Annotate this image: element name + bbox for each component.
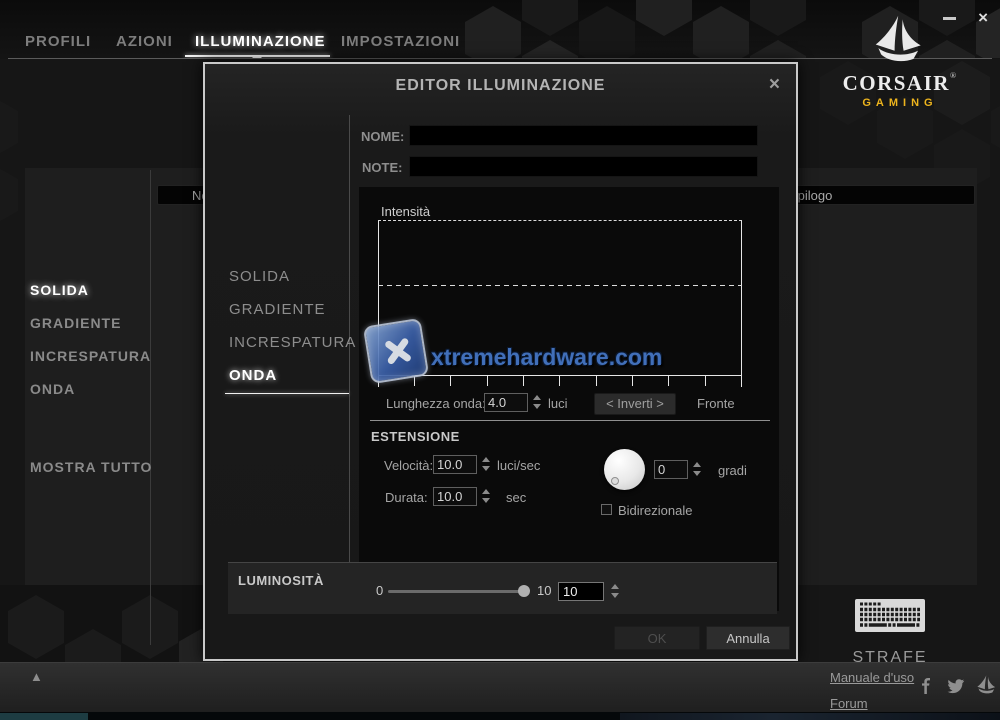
dialog-active-tab-underline bbox=[225, 393, 349, 394]
brightness-input[interactable] bbox=[558, 582, 604, 601]
brightness-slider-handle[interactable] bbox=[518, 585, 530, 597]
manual-link[interactable]: Manuale d'uso bbox=[830, 670, 914, 685]
sidebar-item-onda[interactable]: ONDA bbox=[30, 381, 75, 397]
corsair-sails-icon bbox=[873, 14, 927, 66]
duration-stepper[interactable] bbox=[482, 488, 491, 504]
speed-unit: luci/sec bbox=[497, 458, 540, 473]
dialog-close-icon[interactable]: × bbox=[769, 74, 780, 96]
wave-length-label: Lunghezza onda: bbox=[386, 396, 486, 411]
watermark: xtremehardware.com bbox=[367, 322, 647, 388]
section-divider bbox=[370, 420, 770, 421]
brightness-title: LUMINOSITÀ bbox=[238, 573, 324, 588]
sidebar-item-increspatura[interactable]: INCRESPATURA bbox=[30, 348, 151, 364]
tab-profili[interactable]: PROFILI bbox=[25, 33, 91, 50]
dialog-divider bbox=[349, 115, 350, 611]
speed-label: Velocità: bbox=[384, 458, 433, 473]
wave-editor-panel: Intensità bbox=[359, 187, 779, 611]
name-input[interactable] bbox=[409, 125, 758, 146]
dialog-tab-solida[interactable]: SOLIDA bbox=[229, 268, 290, 285]
footer-bar: ▲ Manuale d'uso Forum bbox=[0, 662, 1000, 712]
ok-button[interactable]: OK bbox=[614, 626, 700, 650]
sidebar-item-gradiente[interactable]: GRADIENTE bbox=[30, 315, 121, 331]
sidebar-item-mostra-tutto[interactable]: MOSTRA TUTTO bbox=[30, 459, 152, 475]
desktop-edge-patch bbox=[0, 713, 88, 720]
brand-sub: GAMING bbox=[830, 97, 970, 109]
watermark-text: xtremehardware.com bbox=[431, 344, 662, 371]
angle-stepper[interactable] bbox=[693, 461, 702, 477]
tab-illuminazione[interactable]: ILLUMINAZIONE bbox=[195, 33, 326, 50]
speed-input[interactable] bbox=[433, 455, 477, 474]
device-card[interactable]: STRAFE bbox=[840, 599, 940, 662]
chart-title: Intensità bbox=[381, 204, 430, 219]
brightness-stepper[interactable] bbox=[611, 583, 620, 599]
watermark-logo-icon bbox=[363, 318, 429, 384]
duration-label: Durata: bbox=[385, 490, 428, 505]
sidebar-item-solida[interactable]: SOLIDA bbox=[30, 282, 89, 298]
dialog-tab-onda[interactable]: ONDA bbox=[229, 367, 277, 384]
invert-button[interactable]: < Inverti > bbox=[594, 393, 676, 415]
cancel-button[interactable]: Annulla bbox=[706, 626, 790, 650]
front-label: Fronte bbox=[697, 396, 735, 411]
device-name: STRAFE bbox=[840, 649, 940, 662]
collapse-arrow-icon[interactable]: ▲ bbox=[30, 669, 43, 684]
desktop-edge-patch bbox=[620, 713, 1000, 720]
dial-indicator bbox=[611, 477, 619, 485]
direction-dial[interactable] bbox=[604, 449, 645, 490]
keyboard-icon bbox=[855, 599, 925, 632]
duration-unit: sec bbox=[506, 490, 526, 505]
forum-link[interactable]: Forum bbox=[830, 696, 868, 711]
dialog-tab-increspatura[interactable]: INCRESPATURA bbox=[229, 334, 356, 351]
name-label: NOME: bbox=[361, 129, 404, 144]
wave-length-input[interactable] bbox=[484, 393, 528, 412]
brand-name: CORSAIR® bbox=[830, 71, 970, 96]
notes-label: NOTE: bbox=[362, 160, 402, 175]
twitter-icon[interactable] bbox=[946, 677, 966, 695]
brand-registered-mark: ® bbox=[950, 71, 957, 80]
bidirectional-checkbox[interactable] bbox=[601, 504, 612, 515]
wave-length-stepper[interactable] bbox=[533, 394, 542, 410]
brightness-min-label: 0 bbox=[376, 583, 383, 598]
dialog-title: EDITOR ILLUMINAZIONE bbox=[205, 77, 796, 95]
notes-input[interactable] bbox=[409, 156, 758, 177]
extension-title: ESTENSIONE bbox=[371, 429, 460, 444]
tab-impostazioni[interactable]: IMPOSTAZIONI bbox=[341, 33, 460, 50]
bidirectional-label: Bidirezionale bbox=[618, 503, 692, 518]
angle-unit: gradi bbox=[718, 463, 747, 478]
speed-stepper[interactable] bbox=[482, 456, 491, 472]
corsair-logo: CORSAIR® GAMING bbox=[830, 14, 970, 109]
angle-input[interactable] bbox=[654, 460, 688, 479]
sidebar-divider bbox=[150, 170, 151, 645]
dialog-tab-gradiente[interactable]: GRADIENTE bbox=[229, 301, 326, 318]
brightness-max-label: 10 bbox=[537, 583, 551, 598]
lighting-editor-dialog: EDITOR ILLUMINAZIONE × SOLIDA GRADIENTE … bbox=[203, 62, 798, 661]
window-close-icon[interactable]: × bbox=[978, 8, 988, 28]
corsair-small-icon[interactable] bbox=[976, 675, 998, 695]
duration-input[interactable] bbox=[433, 487, 477, 506]
facebook-icon[interactable] bbox=[918, 677, 934, 695]
app-window: × PROFILI AZIONI ILLUMINAZIONE IMPOSTAZI… bbox=[0, 0, 1000, 720]
chart-mid-guide bbox=[378, 285, 742, 286]
brightness-slider-track[interactable] bbox=[388, 590, 524, 593]
brightness-panel: LUMINOSITÀ 0 10 bbox=[228, 562, 777, 614]
tab-azioni[interactable]: AZIONI bbox=[116, 33, 173, 50]
wave-length-unit: luci bbox=[548, 396, 568, 411]
chart-right-axis bbox=[741, 221, 742, 387]
